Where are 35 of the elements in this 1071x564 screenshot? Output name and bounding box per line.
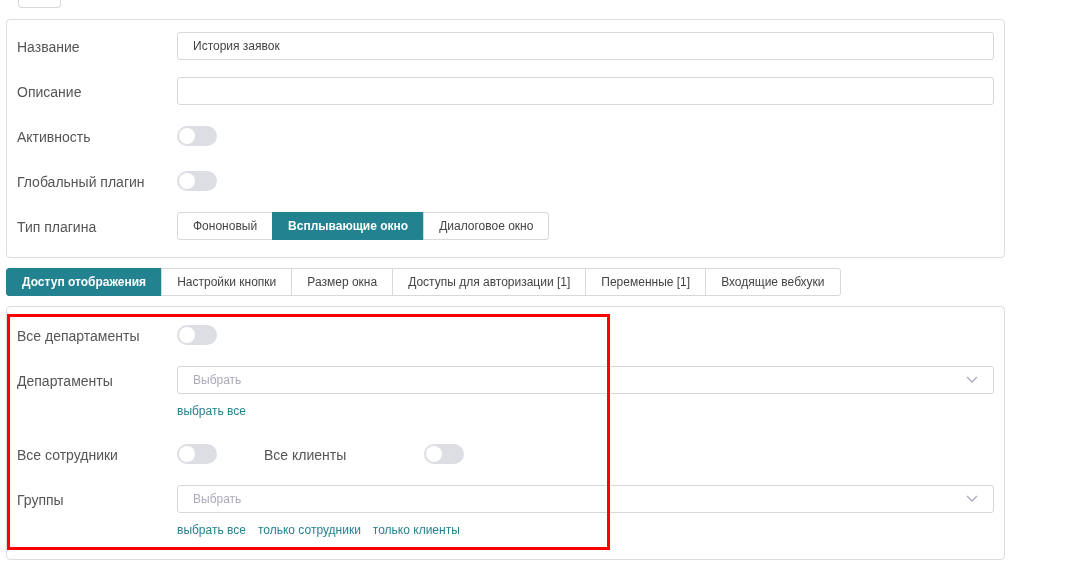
- plugin-type-option[interactable]: Диалоговое окно: [423, 212, 550, 240]
- toggle-switch[interactable]: [177, 325, 217, 345]
- link[interactable]: выбрать все: [177, 402, 246, 420]
- tab[interactable]: Доступ отображения: [6, 268, 163, 296]
- toggle-switch[interactable]: [177, 126, 217, 146]
- toggle-switch[interactable]: [177, 171, 217, 191]
- tab[interactable]: Настройки кнопки: [161, 268, 293, 296]
- back-button[interactable]: [18, 0, 61, 8]
- toggle-switch[interactable]: [177, 444, 217, 464]
- chevron-down-icon: [966, 495, 978, 503]
- field-label: Глобальный плагин: [17, 173, 146, 192]
- plugin-type-option[interactable]: Всплывающие окно: [272, 212, 425, 240]
- field-label: Все клиенты: [264, 446, 348, 465]
- plugin-type-option[interactable]: Фононовый: [177, 212, 274, 240]
- field-label: Название: [17, 38, 81, 57]
- toggle-switch[interactable]: [424, 444, 464, 464]
- tab[interactable]: Доступы для авторизации [1]: [392, 268, 587, 296]
- field-label: Все сотрудники: [17, 446, 119, 465]
- field-label: Тип плагина: [17, 218, 98, 237]
- link[interactable]: только клиенты: [372, 521, 460, 539]
- tab[interactable]: Переменные [1]: [585, 268, 707, 296]
- field-label: Группы: [17, 491, 65, 510]
- text-field[interactable]: [177, 77, 994, 105]
- select-placeholder: Выбрать: [193, 491, 242, 508]
- tab[interactable]: Входящие вебхуки: [705, 268, 841, 296]
- field-label: Активность: [17, 128, 92, 147]
- field-label: Все департаменты: [17, 327, 141, 346]
- field-label: Описание: [17, 83, 83, 102]
- tab[interactable]: Размер окна: [291, 268, 394, 296]
- text-field[interactable]: История заявок: [177, 32, 994, 60]
- chevron-down-icon: [966, 376, 978, 384]
- select-placeholder: Выбрать: [193, 372, 242, 389]
- link[interactable]: выбрать все: [177, 521, 246, 539]
- field-label: Департаменты: [17, 372, 114, 391]
- link[interactable]: только сотрудники: [257, 521, 361, 539]
